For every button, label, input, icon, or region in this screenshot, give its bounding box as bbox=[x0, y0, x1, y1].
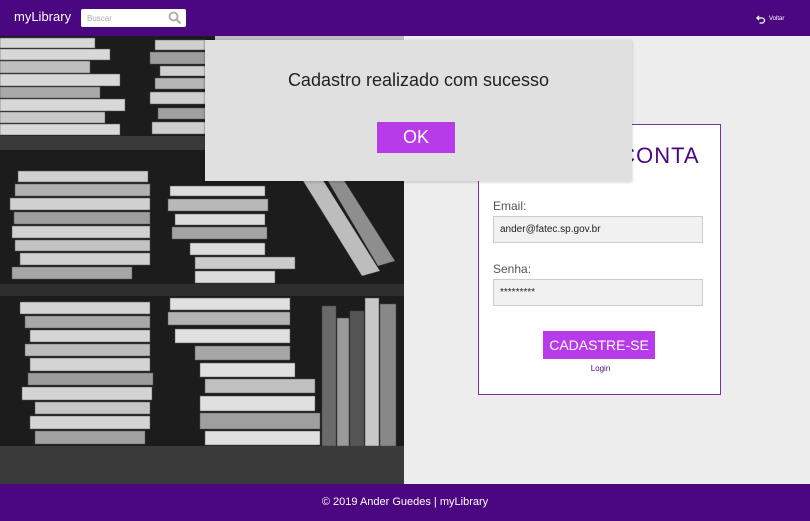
search-icon[interactable] bbox=[168, 11, 182, 25]
dialog-message: Cadastro realizado com sucesso bbox=[287, 70, 550, 90]
email-field[interactable]: ander@fatec.sp.gov.br bbox=[493, 216, 703, 243]
back-label: Voltar bbox=[769, 16, 785, 22]
login-link[interactable]: Login bbox=[479, 364, 722, 373]
brand-logo[interactable]: myLibrary bbox=[14, 9, 71, 24]
password-label: Senha: bbox=[493, 262, 532, 276]
success-dialog: Cadastro realizado com sucesso OK bbox=[205, 40, 632, 181]
footer-text: © 2019 Ander Guedes | myLibrary bbox=[321, 496, 489, 508]
undo-icon bbox=[756, 15, 766, 24]
email-label: Email: bbox=[493, 199, 527, 213]
footer: © 2019 Ander Guedes | myLibrary bbox=[0, 484, 810, 521]
top-navbar: myLibrary Voltar bbox=[0, 0, 810, 36]
back-button[interactable]: Voltar bbox=[756, 12, 784, 26]
signup-button[interactable]: CADASTRE-SE bbox=[543, 331, 655, 359]
ok-button[interactable]: OK bbox=[377, 122, 455, 153]
password-field[interactable]: ********* bbox=[493, 279, 703, 306]
